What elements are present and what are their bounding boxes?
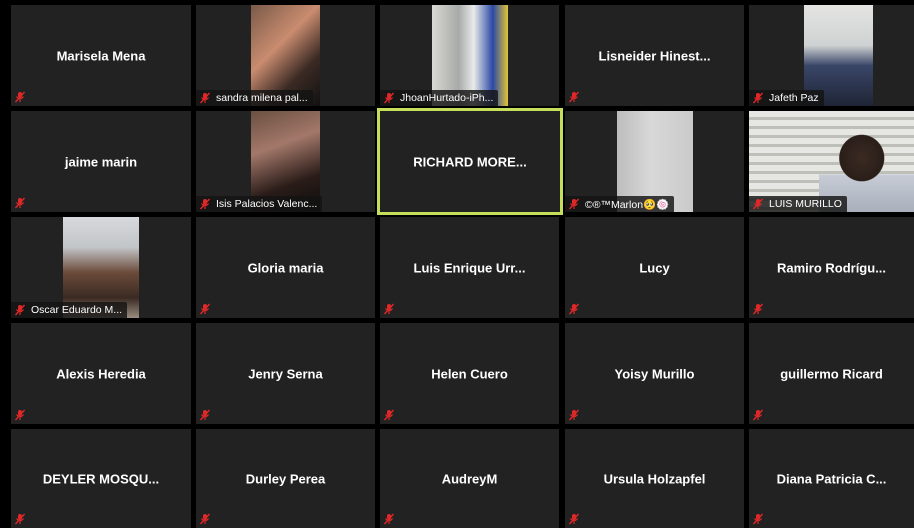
participant-tile[interactable]: sandra milena pal...: [196, 5, 375, 106]
participant-tile[interactable]: ©®™Marlon🥺🍥: [565, 111, 744, 212]
participant-label: Jafeth Paz: [749, 90, 824, 106]
gallery-grid: Marisela Mena sandra milena pal... Jhoan…: [0, 0, 914, 528]
participant-name: Helen Cuero: [431, 366, 508, 381]
participant-tile[interactable]: Jenry Serna: [196, 323, 375, 424]
participant-tile[interactable]: jaime marin: [11, 111, 191, 212]
muted-mic-icon: [13, 90, 27, 104]
participant-name: Lisneider Hinest...: [598, 48, 711, 63]
participant-name: Gloria maria: [247, 260, 324, 275]
participant-name: LUIS MURILLO: [769, 198, 842, 210]
muted-mic-icon: [567, 512, 581, 526]
participant-name: JhoanHurtado-iPh...: [400, 92, 494, 104]
muted-mic-icon: [198, 91, 212, 105]
participant-name: Yoisy Murillo: [614, 366, 695, 381]
participant-name: RICHARD MORE...: [413, 154, 527, 169]
participant-tile[interactable]: LUIS MURILLO: [749, 111, 914, 212]
muted-mic-icon: [198, 302, 212, 316]
participant-tile[interactable]: Helen Cuero: [380, 323, 559, 424]
participant-tile[interactable]: Alexis Heredia: [11, 323, 191, 424]
muted-mic-icon: [751, 302, 765, 316]
participant-name: Durley Perea: [245, 471, 326, 486]
participant-tile[interactable]: Isis Palacios Valenc...: [196, 111, 375, 212]
muted-mic-icon: [567, 302, 581, 316]
participant-label: LUIS MURILLO: [749, 196, 847, 212]
muted-mic-icon: [751, 91, 765, 105]
participant-tile[interactable]: Luis Enrique Urr...: [380, 217, 559, 318]
participant-name: guillermo Ricard: [780, 366, 883, 381]
participant-label: sandra milena pal...: [196, 90, 313, 106]
participant-name: Jafeth Paz: [769, 92, 819, 104]
muted-mic-icon: [198, 197, 212, 211]
muted-mic-icon: [382, 302, 396, 316]
muted-mic-icon: [382, 91, 396, 105]
muted-mic-icon: [198, 512, 212, 526]
participant-name: AudreyM: [441, 471, 498, 486]
muted-mic-icon: [567, 90, 581, 104]
muted-mic-icon: [567, 408, 581, 422]
participant-name: Jenry Serna: [248, 366, 323, 381]
participant-name: sandra milena pal...: [216, 92, 308, 104]
participant-name: DEYLER MOSQU...: [42, 471, 160, 486]
participant-label: Isis Palacios Valenc...: [196, 196, 323, 212]
participant-tile[interactable]: JhoanHurtado-iPh...: [380, 5, 559, 106]
muted-mic-icon: [751, 408, 765, 422]
participant-name: ©®™Marlon🥺🍥: [585, 198, 670, 211]
participant-name: Ramiro Rodrígu...: [776, 260, 887, 275]
participant-name: Isis Palacios Valenc...: [216, 198, 318, 210]
participant-tile[interactable]: guillermo Ricard: [749, 323, 914, 424]
muted-mic-icon: [13, 196, 27, 210]
participant-tile[interactable]: Lisneider Hinest...: [565, 5, 744, 106]
participant-name: Marisela Mena: [56, 48, 146, 63]
participant-tile[interactable]: Durley Perea: [196, 429, 375, 528]
muted-mic-icon: [198, 408, 212, 422]
participant-label: JhoanHurtado-iPh...: [380, 90, 499, 106]
participant-tile[interactable]: Diana Patricia C...: [749, 429, 914, 528]
participant-name: jaime marin: [64, 154, 138, 169]
muted-mic-icon: [382, 512, 396, 526]
participant-tile[interactable]: Ramiro Rodrígu...: [749, 217, 914, 318]
participant-tile[interactable]: Oscar Eduardo M...: [11, 217, 191, 318]
participant-label: ©®™Marlon🥺🍥: [565, 196, 675, 212]
participant-name: Diana Patricia C...: [776, 471, 887, 486]
muted-mic-icon: [13, 408, 27, 422]
participant-tile[interactable]: DEYLER MOSQU...: [11, 429, 191, 528]
participant-tile[interactable]: Gloria maria: [196, 217, 375, 318]
participant-name: Lucy: [639, 260, 670, 275]
participant-tile[interactable]: Ursula Holzapfel: [565, 429, 744, 528]
muted-mic-icon: [567, 197, 581, 211]
participant-tile-active-speaker[interactable]: RICHARD MORE...: [377, 108, 563, 215]
participant-tile[interactable]: Jafeth Paz: [749, 5, 914, 106]
muted-mic-icon: [13, 303, 27, 317]
muted-mic-icon: [13, 512, 27, 526]
muted-mic-icon: [751, 197, 765, 211]
muted-mic-icon: [751, 512, 765, 526]
participant-label: Oscar Eduardo M...: [11, 302, 128, 318]
participant-name: Alexis Heredia: [56, 366, 146, 381]
participant-tile[interactable]: Marisela Mena: [11, 5, 191, 106]
participant-name: Luis Enrique Urr...: [413, 260, 526, 275]
participant-name: Ursula Holzapfel: [603, 471, 706, 486]
participant-tile[interactable]: AudreyM: [380, 429, 559, 528]
participant-tile[interactable]: Lucy: [565, 217, 744, 318]
participant-name: Oscar Eduardo M...: [31, 304, 123, 316]
participant-tile[interactable]: Yoisy Murillo: [565, 323, 744, 424]
muted-mic-icon: [382, 408, 396, 422]
